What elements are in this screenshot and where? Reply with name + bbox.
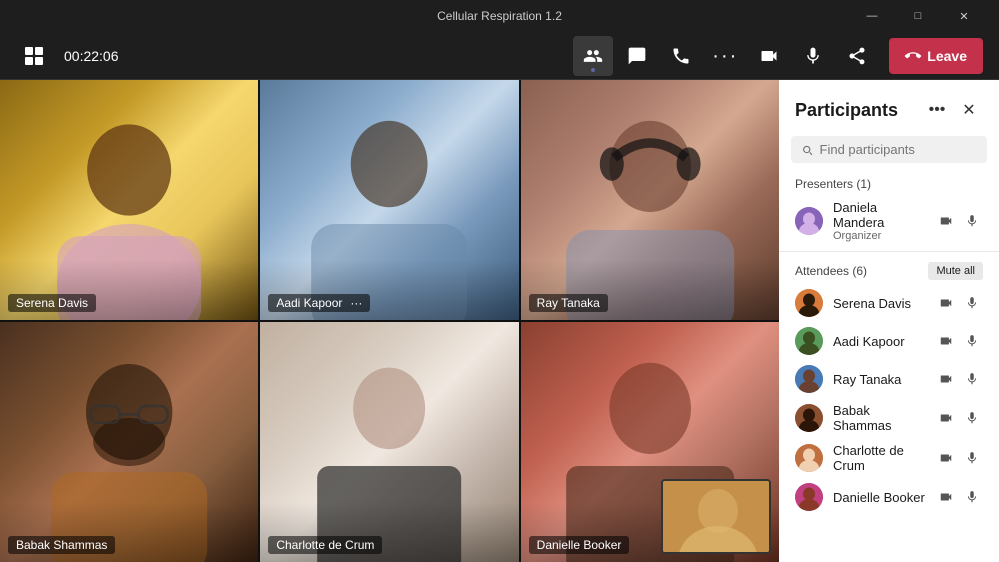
top-bar-actions: ··· Leave [573, 36, 983, 76]
bs-mic-btn[interactable] [961, 407, 983, 429]
name-tag-charlotte: Charlotte de Crum [268, 536, 382, 554]
avatar-dm [795, 207, 823, 235]
video-tile-babak[interactable]: Babak Shammas [0, 322, 258, 562]
top-bar: 00:22:06 ··· [0, 32, 999, 80]
participant-name-sd: Serena Davis [833, 296, 925, 311]
participant-row-bs[interactable]: Babak Shammas [779, 398, 999, 438]
participant-controls-db [935, 486, 983, 508]
divider-1 [779, 251, 999, 252]
name-tag-babak: Babak Shammas [8, 536, 115, 554]
participant-controls-rt [935, 368, 983, 390]
participant-row-rt[interactable]: Ray Tanaka [779, 360, 999, 398]
mic-button[interactable] [793, 36, 833, 76]
search-icon [801, 143, 814, 157]
participant-controls-cc [935, 447, 983, 469]
main-area: Serena Davis Aadi Kapoor ··· [0, 80, 999, 562]
participant-row-dm[interactable]: Daniela Mandera Organizer [779, 195, 999, 247]
sidebar-header: Participants ••• ✕ [779, 80, 999, 132]
participants-list: Presenters (1) Daniela Mandera Organizer [779, 171, 999, 562]
participant-row-ak[interactable]: Aadi Kapoor [779, 322, 999, 360]
close-button[interactable]: ✕ [941, 0, 987, 32]
participant-info-dm: Daniela Mandera Organizer [833, 200, 925, 242]
participant-controls-bs [935, 407, 983, 429]
participant-name-dm: Daniela Mandera [833, 200, 925, 230]
participant-role-dm: Organizer [833, 230, 925, 242]
sd-camera-btn[interactable] [935, 292, 957, 314]
avatar-cc [795, 444, 823, 472]
avatar-sd [795, 289, 823, 317]
video-tile-charlotte[interactable]: Charlotte de Crum [260, 322, 518, 562]
window-title: Cellular Respiration 1.2 [437, 9, 562, 23]
ak-mic-btn[interactable] [961, 330, 983, 352]
window-controls: — □ ✕ [849, 0, 987, 32]
share-button[interactable] [837, 36, 877, 76]
dm-camera-btn[interactable] [935, 210, 957, 232]
participant-info-db: Danielle Booker [833, 490, 925, 505]
db-mic-btn[interactable] [961, 486, 983, 508]
sidebar-header-actions: ••• ✕ [923, 96, 983, 124]
video-tile-aadi[interactable]: Aadi Kapoor ··· Mute [260, 80, 518, 320]
participant-info-sd: Serena Davis [833, 296, 925, 311]
name-tag-ray: Ray Tanaka [529, 294, 608, 312]
participant-row-cc[interactable]: Charlotte de Crum [779, 438, 999, 478]
cc-camera-btn[interactable] [935, 447, 957, 469]
sidebar-title: Participants [795, 100, 898, 121]
participants-panel: Participants ••• ✕ Presenters (1) [779, 80, 999, 562]
video-grid: Serena Davis Aadi Kapoor ··· [0, 80, 779, 562]
attendees-section-header: Attendees (6) Mute all [779, 256, 999, 284]
self-view-thumbnail [661, 479, 771, 554]
camera-button[interactable] [749, 36, 789, 76]
ak-camera-btn[interactable] [935, 330, 957, 352]
participant-row-db[interactable]: Danielle Booker [779, 478, 999, 516]
mute-all-button[interactable]: Mute all [928, 262, 983, 280]
avatar-rt [795, 365, 823, 393]
minimize-button[interactable]: — [849, 0, 895, 32]
participant-controls-dm [935, 210, 983, 232]
video-tile-ray[interactable]: Ray Tanaka [521, 80, 779, 320]
dm-mic-btn[interactable] [961, 210, 983, 232]
aadi-more-btn[interactable]: ··· [350, 296, 362, 310]
participant-info-rt: Ray Tanaka [833, 372, 925, 387]
participants-close-btn[interactable]: ✕ [955, 96, 983, 124]
avatar-ak [795, 327, 823, 355]
participant-name-db: Danielle Booker [833, 490, 925, 505]
presenters-section-header: Presenters (1) [779, 171, 999, 195]
rt-camera-btn[interactable] [935, 368, 957, 390]
call-button[interactable] [661, 36, 701, 76]
search-input[interactable] [820, 142, 977, 157]
participant-name-ak: Aadi Kapoor [833, 334, 925, 349]
participants-button[interactable] [573, 36, 613, 76]
participant-name-cc: Charlotte de Crum [833, 443, 925, 473]
search-box [791, 136, 987, 163]
participant-info-cc: Charlotte de Crum [833, 443, 925, 473]
maximize-button[interactable]: □ [895, 0, 941, 32]
name-tag-danielle: Danielle Booker [529, 536, 630, 554]
cc-mic-btn[interactable] [961, 447, 983, 469]
name-tag-aadi: Aadi Kapoor ··· [268, 294, 370, 312]
rt-mic-btn[interactable] [961, 368, 983, 390]
participant-name-rt: Ray Tanaka [833, 372, 925, 387]
name-tag-serena: Serena Davis [8, 294, 96, 312]
participant-row-sd[interactable]: Serena Davis [779, 284, 999, 322]
grid-icon[interactable] [16, 38, 52, 74]
avatar-bs [795, 404, 823, 432]
db-camera-btn[interactable] [935, 486, 957, 508]
participant-name-bs: Babak Shammas [833, 403, 925, 433]
participant-controls-ak [935, 330, 983, 352]
more-button[interactable]: ··· [705, 36, 745, 76]
leave-button[interactable]: Leave [889, 38, 983, 74]
participant-controls-sd [935, 292, 983, 314]
participant-info-bs: Babak Shammas [833, 403, 925, 433]
leave-label: Leave [927, 48, 967, 64]
chat-button[interactable] [617, 36, 657, 76]
participant-info-ak: Aadi Kapoor [833, 334, 925, 349]
avatar-db [795, 483, 823, 511]
video-tile-serena[interactable]: Serena Davis [0, 80, 258, 320]
bs-camera-btn[interactable] [935, 407, 957, 429]
title-bar: Cellular Respiration 1.2 — □ ✕ [0, 0, 999, 32]
call-timer: 00:22:06 [64, 48, 124, 64]
sd-mic-btn[interactable] [961, 292, 983, 314]
participants-more-btn[interactable]: ••• [923, 96, 951, 124]
video-tile-danielle[interactable]: Danielle Booker [521, 322, 779, 562]
